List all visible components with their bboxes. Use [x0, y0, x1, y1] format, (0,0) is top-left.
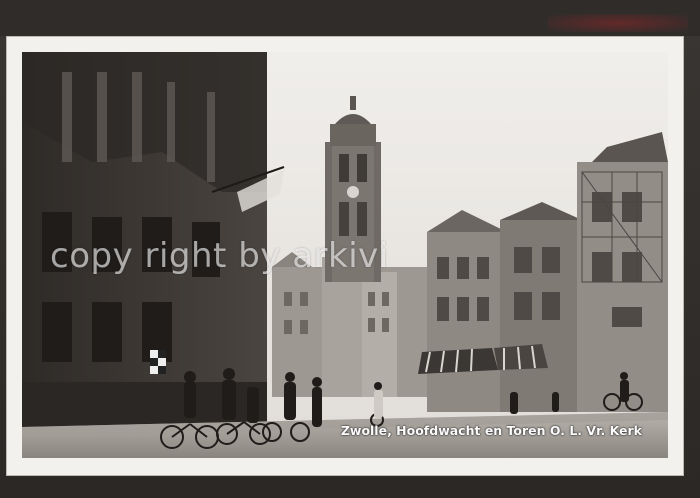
postcard-photo: copy right by arkivi Zwolle, Hoofdwacht …: [22, 52, 668, 458]
postcard: copy right by arkivi Zwolle, Hoofdwacht …: [6, 36, 684, 476]
checker-decoration: [150, 350, 166, 374]
watermark-text: copy right by arkivi: [50, 236, 389, 276]
awning-right: [494, 344, 548, 370]
red-smudge: [548, 14, 688, 32]
postcard-caption: Zwolle, Hoofdwacht en Toren O. L. Vr. Ke…: [340, 423, 642, 438]
